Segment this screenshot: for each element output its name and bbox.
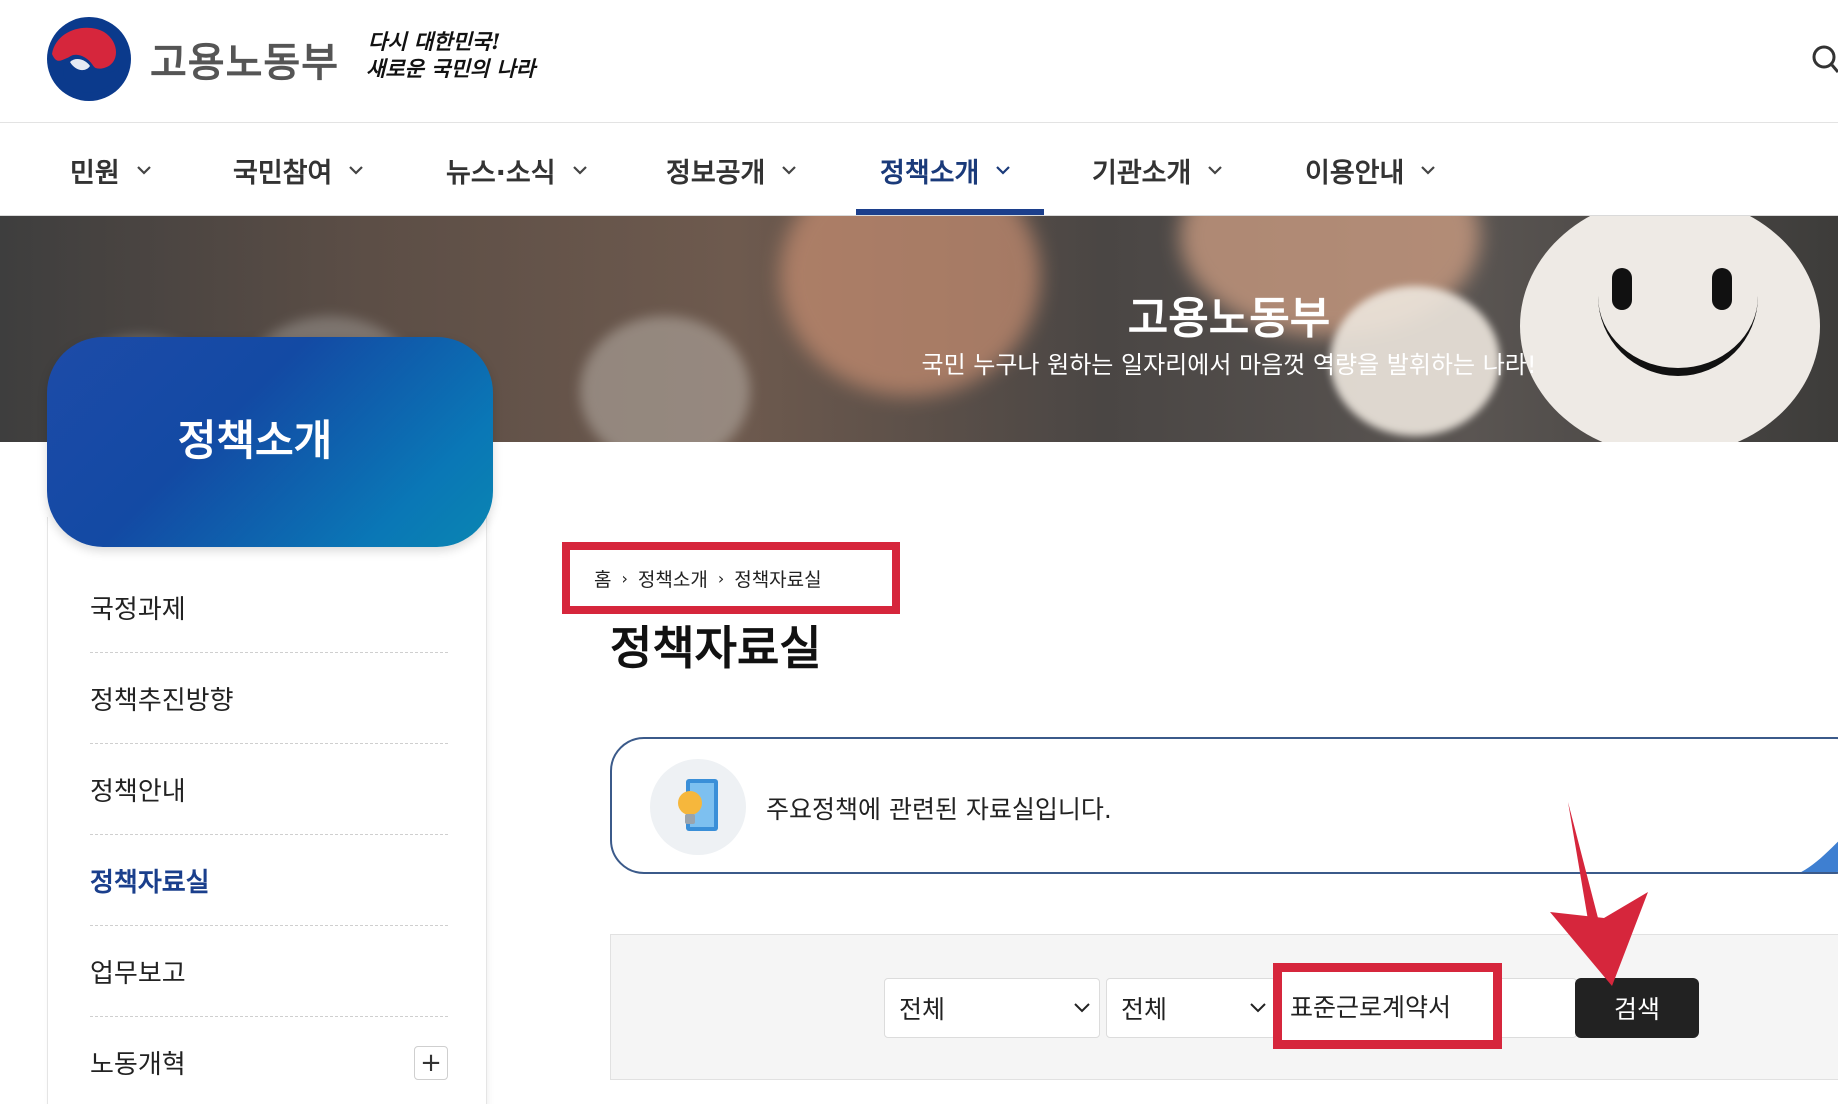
expand-plus-icon[interactable]: + [414,1045,448,1080]
slogan-line-1: 다시 대한민국! [368,29,501,54]
nav-item-label: 국민참여 [233,157,333,189]
chevron-down-icon [782,166,797,175]
nav-active-indicator [856,209,1044,215]
chevron-right-icon: › [717,568,725,588]
nav-item-disclosure[interactable]: 정보공개 [666,124,797,216]
slogan: 다시 대한민국! 새로운 국민의 나라 [366,28,536,82]
nav-item-agency[interactable]: 기관소개 [1092,124,1223,216]
sidebar-item-label: 국정과제 [90,594,186,625]
nav-item-news[interactable]: 뉴스·소식 [446,124,588,216]
keyword-input[interactable]: 표준근로계약서 [1273,963,1502,1049]
chevron-down-icon [1074,1003,1090,1013]
chevron-down-icon [349,166,364,175]
nav-item-policy[interactable]: 정책소개 [880,124,1011,216]
sidebar-title-card: 정책소개 [47,337,493,547]
sidebar-item-policy-direction[interactable]: 정책추진방향 [90,653,448,744]
sidebar-item-labor-reform[interactable]: 노동개혁 + [90,1017,448,1104]
breadcrumb-highlight: 홈 › 정책소개 › 정책자료실 [562,542,900,614]
sidebar-item-label: 정책안내 [90,776,186,807]
sidebar-item-policy-guide[interactable]: 정책안내 [90,744,448,835]
site-brand[interactable]: 고용노동부 [150,30,339,88]
breadcrumb-level-2[interactable]: 정책자료실 [734,565,821,592]
idea-book-icon [650,759,746,855]
nav-item-label: 민원 [70,157,120,189]
sidebar-item-policy-archive[interactable]: 정책자료실 [90,835,448,926]
nav-item-participation[interactable]: 국민참여 [233,124,364,216]
sidebar-item-label: 업무보고 [90,958,186,989]
info-box: 주요정책에 관련된 자료실입니다. [610,737,1838,874]
nav-item-label: 정보공개 [666,157,766,189]
sidebar-item-work-report[interactable]: 업무보고 [90,926,448,1017]
chevron-down-icon [136,166,151,175]
main-nav: 민원 국민참여 뉴스·소식 정보공개 정책소개 기관소개 이용안내 [0,124,1838,216]
category-select-1[interactable]: 전체 [884,978,1100,1038]
info-text: 주요정책에 관련된 자료실입니다. [766,795,1112,824]
nav-item-label: 정책소개 [880,157,980,189]
select-value: 전체 [899,995,946,1024]
sidebar-item-label: 노동개혁 [90,1050,186,1080]
chevron-down-icon [572,166,587,175]
site-header: 고용노동부 다시 대한민국! 새로운 국민의 나라 [0,0,1838,123]
breadcrumb-level-1[interactable]: 정책소개 [638,565,708,592]
breadcrumb: 홈 › 정책소개 › 정책자료실 [578,558,884,598]
search-panel: 전체 전체 표준근로계약서 검색 [610,934,1838,1080]
nav-item-minwon[interactable]: 민원 [70,124,152,216]
nav-item-label: 기관소개 [1092,157,1192,189]
nav-item-label: 이용안내 [1305,157,1405,189]
search-icon[interactable] [1808,42,1838,76]
category-select-2[interactable]: 전체 [1106,978,1276,1038]
nav-item-guide[interactable]: 이용안내 [1305,124,1436,216]
decorative-shape-icon [1801,841,1838,872]
chevron-right-icon: › [621,568,628,588]
sidebar-title: 정책소개 [177,415,333,465]
page-title: 정책자료실 [610,621,822,675]
chevron-down-icon [1208,166,1223,175]
slogan-line-2: 새로운 국민의 나라 [366,56,536,81]
sidebar-item-national-tasks[interactable]: 국정과제 [90,562,448,653]
taegeuk-logo-icon[interactable] [46,16,132,102]
select-value: 전체 [1121,995,1168,1024]
breadcrumb-home[interactable]: 홈 [594,565,611,592]
sidebar-item-label: 정책추진방향 [90,685,234,716]
nav-item-label: 뉴스·소식 [446,157,556,189]
chevron-down-icon [1250,1003,1266,1013]
chevron-down-icon [996,166,1011,175]
arrow-down-icon [1550,802,1648,986]
chevron-down-icon [1421,166,1436,175]
sidebar-item-label: 정책자료실 [90,867,210,898]
